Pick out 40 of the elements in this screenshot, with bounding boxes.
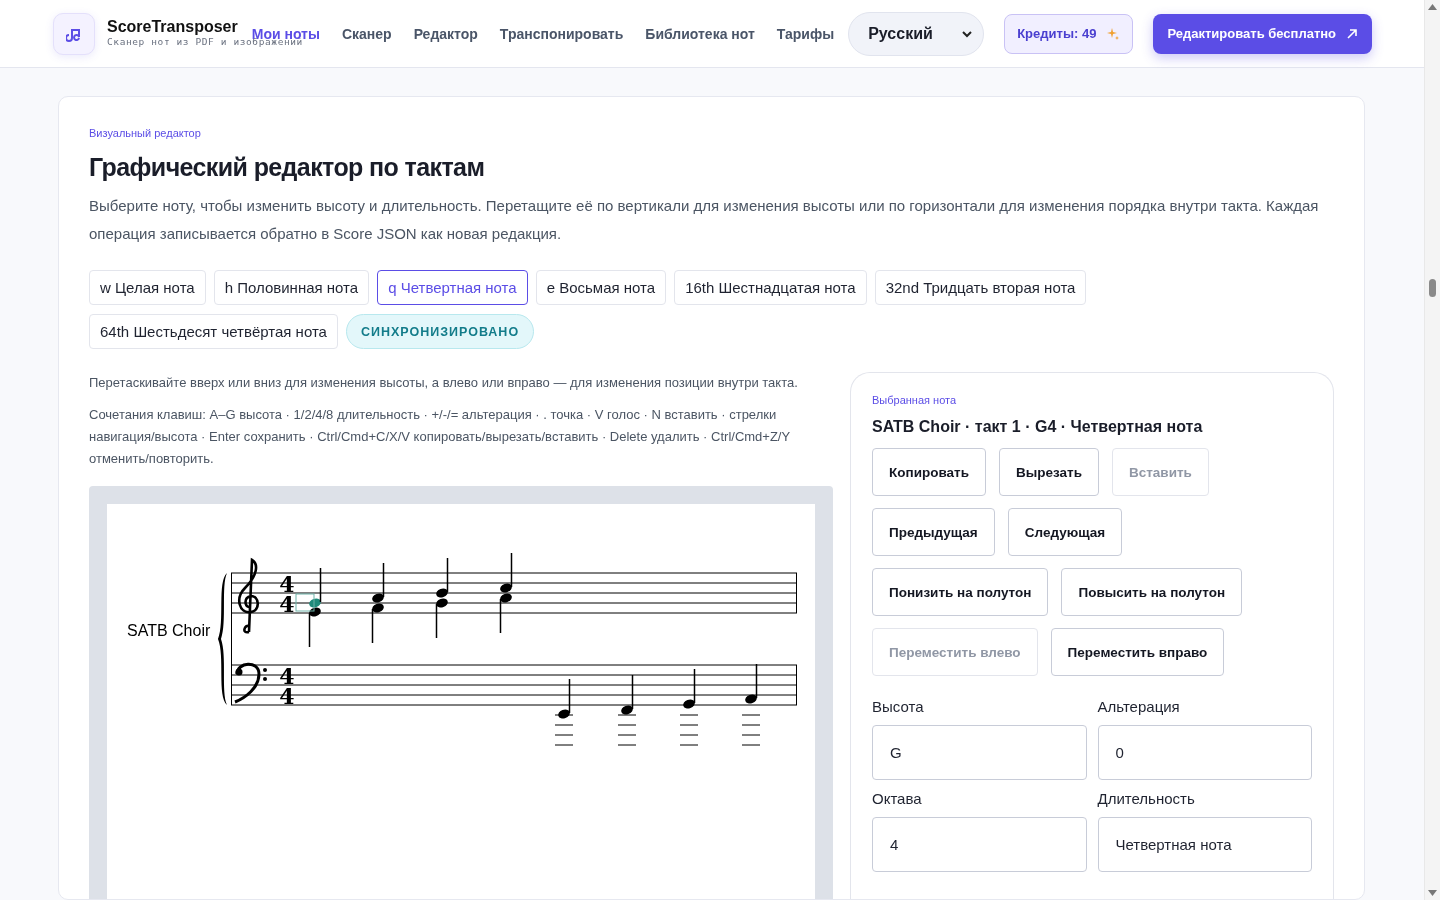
- credits-button[interactable]: Кредиты: 49: [1004, 13, 1134, 54]
- part-name: SATB Choir: [127, 622, 212, 640]
- note-action-button[interactable]: Повысить на полутон: [1061, 568, 1243, 616]
- input-field[interactable]: G: [872, 725, 1087, 780]
- nav-link[interactable]: Библиотека нот: [643, 25, 757, 42]
- duration-chip[interactable]: 64th Шестьдесят четвёртая нота: [89, 314, 338, 349]
- section-eyebrow: Визуальный редактор: [89, 127, 202, 139]
- nav-link[interactable]: Тарифы: [774, 25, 837, 42]
- language-select[interactable]: Русский: [848, 11, 985, 56]
- note-action-button[interactable]: Предыдущая: [872, 508, 995, 556]
- nav-link[interactable]: Транспонировать: [497, 25, 626, 42]
- input-field[interactable]: Четвертная нота: [1097, 817, 1312, 872]
- field-label: Альтерация: [1097, 698, 1181, 715]
- field-label: Высота: [872, 698, 925, 715]
- brand-name: ScoreTransposer: [107, 17, 238, 36]
- input-field[interactable]: 4: [872, 817, 1087, 872]
- panel-eyebrow: Выбранная нота: [872, 394, 958, 406]
- duration-chip[interactable]: h Половинная нота: [213, 270, 370, 305]
- sync-status-badge: СИНХРОНИЗИРОВАНО: [345, 314, 535, 349]
- field-label: Октава: [872, 790, 923, 807]
- nav-link[interactable]: Сканер: [339, 25, 394, 42]
- input-field[interactable]: 0: [1097, 725, 1312, 780]
- panel-title: SATB Choir · такт 1 · G4 · Четвертная нота: [872, 418, 1204, 436]
- duration-chip[interactable]: q Четвертная нота: [377, 270, 528, 305]
- section-description: Выберите ноту, чтобы изменить высоту и длительность. Перетащите её по вертикали для изменения высоты или по горизонтали для изменения порядка внутри такта. Каждая операция записывается обратно в Score JSON как новая редакция.: [89, 196, 1320, 244]
- keyboard-shortcuts: Сочетания клавиш: A–G высота · 1/2/4/8 длительность · +/-/= альтерация · . точка · V голос · N вставить · стрелки навигация/высота · Enter сохранить · Ctrl/Cmd+C/X/V копировать/вырезать/вставить · Delete удалить · Ctrl/Cmd+Z/Y отменить/повторить.: [89, 406, 791, 468]
- note-action-button[interactable]: Понизить на полутон: [872, 568, 1049, 616]
- section-title: Графический редактор по тактам: [89, 153, 486, 182]
- duration-chip[interactable]: 32nd Тридцать вторая нота: [874, 270, 1087, 305]
- note-action-button[interactable]: Копировать: [872, 448, 986, 496]
- field-label: Длительность: [1097, 790, 1196, 807]
- drag-hint: Перетаскивайте вверх или вниз для изменения высоты, а влево или вправо — для изменения позиции внутри такта.: [89, 374, 799, 392]
- duration-chip[interactable]: w Целая нота: [89, 270, 206, 305]
- note-action-button[interactable]: Переместить вправо: [1050, 628, 1225, 676]
- note-action-button[interactable]: Следующая: [1007, 508, 1123, 556]
- edit-free-button[interactable]: Редактировать бесплатно: [1153, 13, 1373, 54]
- note-action-button[interactable]: Вырезать: [999, 448, 1099, 496]
- duration-chip[interactable]: e Восьмая нота: [535, 270, 667, 305]
- duration-chip[interactable]: 16th Шестнадцатая нота: [674, 270, 867, 305]
- nav-link[interactable]: Редактор: [411, 25, 480, 42]
